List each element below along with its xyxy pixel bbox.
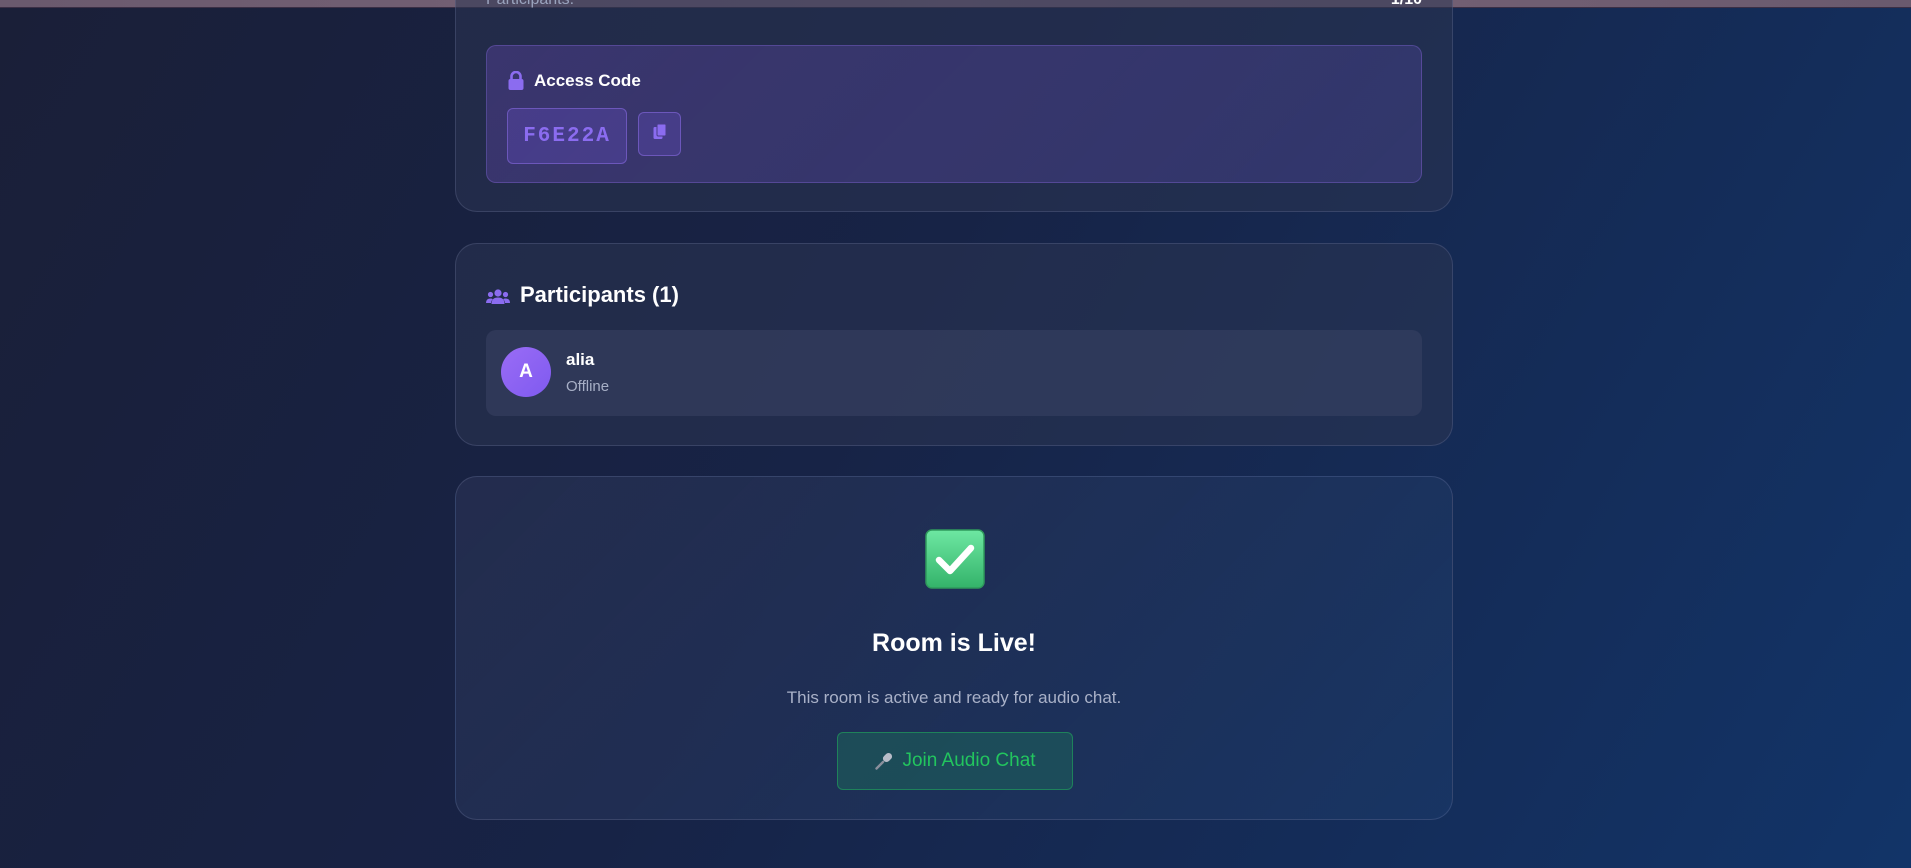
access-code-panel: Access Code F6E22A: [486, 45, 1422, 183]
room-live-description: This room is active and ready for audio …: [786, 688, 1122, 707]
copy-code-button[interactable]: [638, 112, 681, 156]
check-mark-icon: [925, 529, 985, 589]
access-code-title: Access Code: [534, 71, 641, 90]
microphone-icon: [874, 751, 894, 771]
room-live-card: Room is Live! This room is active and re…: [455, 476, 1453, 820]
participants-count-row: Participants: 1/10: [486, 0, 1422, 11]
participant-item: A alia Offline: [486, 330, 1422, 416]
users-icon: [486, 286, 510, 304]
participants-card: Participants (1) A alia Offline: [455, 243, 1453, 446]
access-code-value[interactable]: F6E22A: [507, 108, 627, 164]
avatar: A: [501, 347, 551, 397]
access-code-heading: Access Code: [507, 70, 641, 92]
copy-icon: [652, 123, 668, 146]
participants-title: Participants (1): [520, 282, 679, 307]
participants-count-value: 1/10: [1391, 0, 1422, 9]
room-live-title: Room is Live!: [872, 629, 1036, 657]
join-audio-chat-label: Join Audio Chat: [902, 750, 1036, 771]
join-audio-chat-button[interactable]: Join Audio Chat: [837, 732, 1073, 790]
participants-heading: Participants (1): [486, 282, 679, 308]
participant-name: alia: [566, 350, 595, 369]
lock-icon: [507, 70, 525, 91]
room-info-card: Participants: 1/10 Access Code F6E22A: [455, 0, 1453, 212]
participants-count-label: Participants:: [486, 0, 574, 9]
participant-status: Offline: [566, 378, 610, 395]
